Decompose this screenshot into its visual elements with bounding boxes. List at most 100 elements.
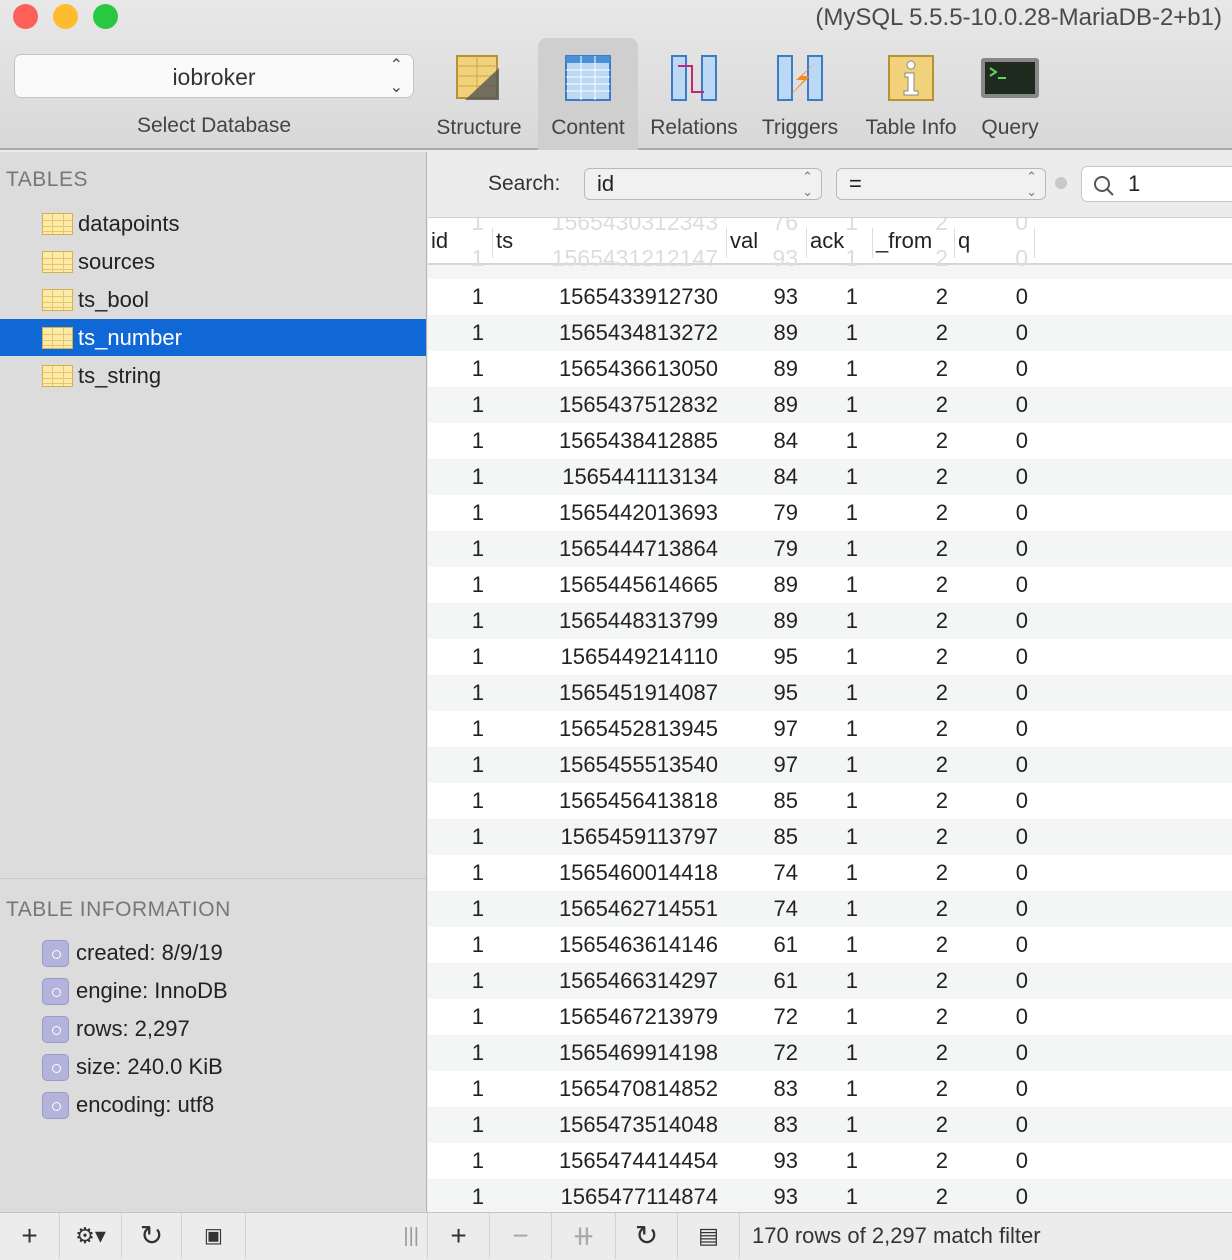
cell-val[interactable]: 84 (728, 423, 798, 459)
cell-ts[interactable]: 1565452813945 (520, 711, 718, 747)
cell-id[interactable]: 1 (428, 891, 484, 927)
database-select[interactable]: iobroker ⌃ ⌄ (14, 54, 414, 98)
cell-id[interactable]: 1 (428, 279, 484, 315)
cell-_from[interactable]: 2 (873, 315, 948, 351)
table-row[interactable]: 1 1565477114874 93 1 2 0 (428, 1179, 1232, 1212)
cell-id[interactable]: 1 (428, 459, 484, 495)
tab-structure[interactable]: Structure (428, 38, 530, 150)
cell-ts[interactable]: 1565448313799 (520, 603, 718, 639)
sidebar-item-ts_bool[interactable]: ts_bool (0, 281, 426, 318)
cell-_from[interactable]: 2 (873, 387, 948, 423)
cell-q[interactable]: 0 (958, 999, 1028, 1035)
cell-ts[interactable]: 1565441113134 (520, 459, 718, 495)
cell-val[interactable]: 93 (728, 1179, 798, 1212)
table-row[interactable]: 1 1565448313799 89 1 2 0 (428, 603, 1232, 639)
add-row-button[interactable]: + (428, 1213, 490, 1259)
cell-ts[interactable]: 1565467213979 (520, 999, 718, 1035)
cell-ts[interactable]: 1565444713864 (520, 531, 718, 567)
cell-id[interactable]: 1 (428, 1179, 484, 1212)
search-input[interactable]: 1 (1081, 166, 1232, 202)
gear-menu-button[interactable]: ⚙▾ (60, 1213, 122, 1259)
cell-val[interactable]: 83 (728, 1071, 798, 1107)
cell-id[interactable]: 1 (428, 855, 484, 891)
table-row[interactable]: 1 1565445614665 89 1 2 0 (428, 567, 1232, 603)
add-table-button[interactable]: + (0, 1213, 60, 1259)
table-row[interactable]: 1 1565449214110 95 1 2 0 (428, 639, 1232, 675)
cell-id[interactable]: 1 (428, 387, 484, 423)
cell-id[interactable]: 1 (428, 603, 484, 639)
cell-id[interactable]: 1 (428, 423, 484, 459)
cell-q[interactable]: 0 (958, 315, 1028, 351)
cell-val[interactable]: 85 (728, 819, 798, 855)
cell-q[interactable]: 0 (958, 603, 1028, 639)
table-row[interactable]: 1 1565433912730 93 1 2 0 (428, 279, 1232, 315)
cell-ack[interactable]: 1 (808, 387, 858, 423)
cell-q[interactable]: 0 (958, 459, 1028, 495)
sidebar-item-ts_string[interactable]: ts_string (0, 357, 426, 394)
cell-ts[interactable]: 1565438412885 (520, 423, 718, 459)
sidebar-item-sources[interactable]: sources (0, 243, 426, 280)
cell-ack[interactable]: 1 (808, 639, 858, 675)
cell-_from[interactable]: 2 (873, 1179, 948, 1212)
cell-ack[interactable]: 1 (808, 1143, 858, 1179)
cell-id[interactable]: 1 (428, 315, 484, 351)
cell-ts[interactable]: 1565477114874 (520, 1179, 718, 1212)
cell-ts[interactable]: 1565445614665 (520, 567, 718, 603)
cell-ack[interactable]: 1 (808, 747, 858, 783)
cell-_from[interactable]: 2 (873, 567, 948, 603)
tab-table-info[interactable]: Table Info (856, 38, 966, 150)
cell-_from[interactable]: 2 (873, 747, 948, 783)
cell-q[interactable]: 0 (958, 279, 1028, 315)
cell-ack[interactable]: 1 (808, 819, 858, 855)
table-row[interactable]: 1 1565470814852 83 1 2 0 (428, 1071, 1232, 1107)
cell-val[interactable]: 89 (728, 567, 798, 603)
cell-_from[interactable]: 2 (873, 279, 948, 315)
cell-q[interactable]: 0 (958, 855, 1028, 891)
cell-val[interactable]: 79 (728, 531, 798, 567)
duplicate-row-button[interactable]: ⧺ (552, 1213, 616, 1259)
minimize-button[interactable] (53, 4, 78, 29)
cell-q[interactable]: 0 (958, 387, 1028, 423)
table-row[interactable]: 1 1565452813945 97 1 2 0 (428, 711, 1232, 747)
cell-ts[interactable]: 1565436613050 (520, 351, 718, 387)
cell-id[interactable]: 1 (428, 675, 484, 711)
cell-id[interactable]: 1 (428, 927, 484, 963)
cell-q[interactable]: 0 (958, 747, 1028, 783)
table-row[interactable]: 1 1565436613050 89 1 2 0 (428, 351, 1232, 387)
tab-relations[interactable]: Relations (644, 38, 744, 150)
table-row[interactable]: 1 1565438412885 84 1 2 0 (428, 423, 1232, 459)
cell-ts[interactable]: 1565470814852 (520, 1071, 718, 1107)
cell-val[interactable]: 72 (728, 1035, 798, 1071)
cell-id[interactable]: 1 (428, 819, 484, 855)
close-button[interactable] (13, 4, 38, 29)
export-icon[interactable]: ▤ (678, 1213, 740, 1259)
cell-val[interactable]: 61 (728, 927, 798, 963)
cell-ack[interactable]: 1 (808, 675, 858, 711)
cell-val[interactable]: 79 (728, 495, 798, 531)
cell-ts[interactable]: 1565433912730 (520, 279, 718, 315)
cell-ack[interactable]: 1 (808, 459, 858, 495)
cell-val[interactable]: 93 (728, 279, 798, 315)
table-row[interactable]: 1 1565434813272 89 1 2 0 (428, 315, 1232, 351)
table-row[interactable]: 1 1565467213979 72 1 2 0 (428, 999, 1232, 1035)
cell-ts[interactable]: 1565456413818 (520, 783, 718, 819)
cell-val[interactable]: 72 (728, 999, 798, 1035)
cell-id[interactable]: 1 (428, 531, 484, 567)
cell-ack[interactable]: 1 (808, 495, 858, 531)
cell-ts[interactable]: 1565473514048 (520, 1107, 718, 1143)
cell-_from[interactable]: 2 (873, 891, 948, 927)
zoom-button[interactable] (93, 4, 118, 29)
tab-triggers[interactable]: Triggers (752, 38, 848, 150)
cell-val[interactable]: 95 (728, 675, 798, 711)
table-row[interactable]: 1 1565474414454 93 1 2 0 (428, 1143, 1232, 1179)
cell-ts[interactable]: 1565455513540 (520, 747, 718, 783)
cell-val[interactable]: 89 (728, 603, 798, 639)
cell-ack[interactable]: 1 (808, 1179, 858, 1212)
table-row[interactable]: 1 1565442013693 79 1 2 0 (428, 495, 1232, 531)
cell-val[interactable]: 84 (728, 459, 798, 495)
refresh-tables-button[interactable]: ↻ (122, 1213, 182, 1259)
cell-ts[interactable]: 1565463614146 (520, 927, 718, 963)
cell-val[interactable]: 97 (728, 747, 798, 783)
cell-q[interactable]: 0 (958, 531, 1028, 567)
table-row[interactable]: 1 1565462714551 74 1 2 0 (428, 891, 1232, 927)
